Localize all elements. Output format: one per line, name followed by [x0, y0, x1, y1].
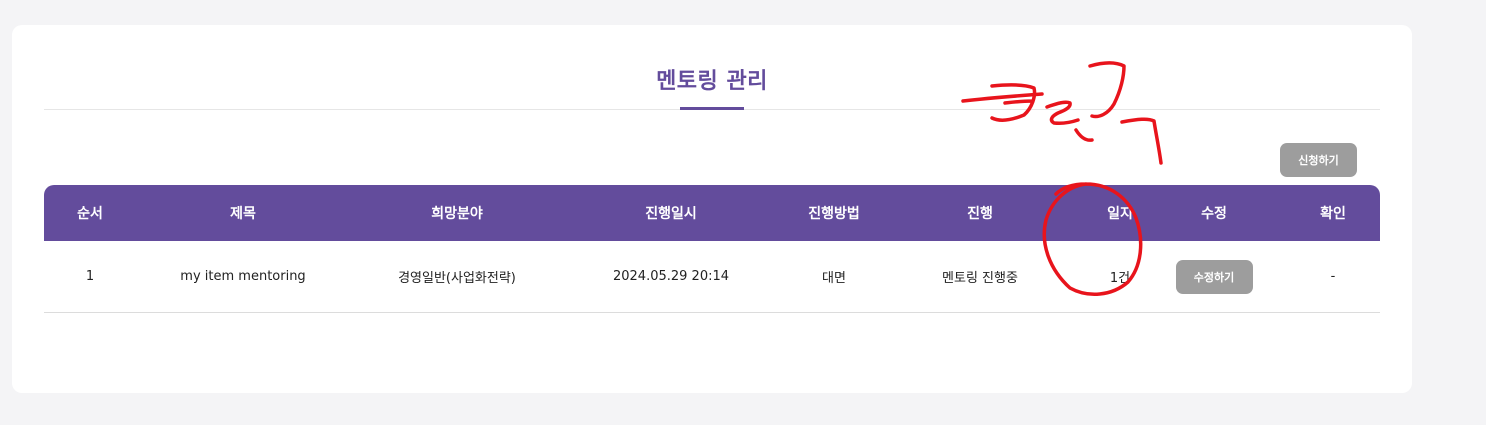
column-header-edit: 수정 — [1201, 206, 1227, 222]
row-order: 1 — [85, 269, 95, 284]
column-header-confirm: 확인 — [1320, 206, 1346, 222]
column-header-order: 순서 — [77, 206, 103, 222]
row-confirm: - — [1330, 269, 1336, 284]
edit-button[interactable]: 수정하기 — [1175, 259, 1253, 294]
column-header-method: 진행방법 — [808, 206, 860, 222]
row-method: 대면 — [822, 271, 846, 286]
row-datetime: 2024.05.29 20:14 — [612, 269, 730, 284]
title-underline — [680, 107, 744, 110]
column-header-datetime: 진행일시 — [645, 206, 697, 222]
column-header-journal: 일지 — [1107, 206, 1133, 222]
row-journal-count[interactable]: 1건 — [1070, 241, 1170, 312]
column-header-field: 희망분야 — [431, 206, 483, 222]
page-title: 멘토링 관리 — [656, 69, 768, 94]
row-title: my item mentoring — [180, 269, 306, 284]
table-header: 순서 제목 희망분야 진행일시 진행방법 진행 일지 수정 확인 — [44, 185, 1380, 241]
column-header-title: 제목 — [230, 206, 256, 222]
apply-button[interactable]: 신청하기 — [1280, 143, 1357, 177]
row-edit-cell: 수정하기 — [1170, 241, 1258, 312]
row-field: 경영일반(사업화전략) — [398, 271, 516, 286]
column-header-status: 진행 — [967, 206, 993, 222]
row-status: 멘토링 진행중 — [942, 271, 1018, 286]
table-row: 1 my item mentoring 경영일반(사업화전략) 2024.05.… — [44, 241, 1380, 313]
